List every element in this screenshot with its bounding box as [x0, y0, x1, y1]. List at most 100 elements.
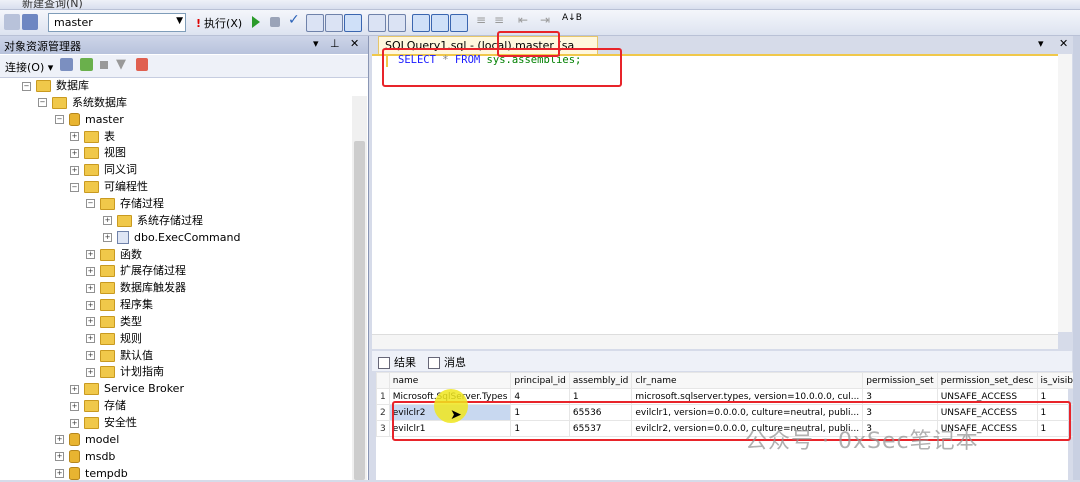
outdent-icon[interactable]: ⇤ — [518, 13, 534, 29]
new-query-button[interactable]: 新建查询(N) — [22, 0, 83, 10]
tab-results[interactable]: 结果 — [378, 354, 416, 370]
collapse-icon[interactable]: − — [86, 199, 95, 208]
tree-node[interactable]: +类型 — [86, 314, 142, 330]
column-header[interactable]: assembly_id — [569, 373, 631, 389]
comment-icon[interactable]: ≡ — [476, 13, 492, 29]
expand-icon[interactable]: + — [86, 368, 95, 377]
stop-icon[interactable] — [100, 61, 108, 69]
tree-node[interactable]: +同义词 — [70, 162, 137, 178]
watermark: 公众号 · 0xSec笔记本 — [745, 423, 979, 455]
tab-controls[interactable]: ▾ ✕ — [1038, 37, 1068, 50]
column-header[interactable]: clr_name — [632, 373, 863, 389]
tree-node[interactable]: +model — [55, 432, 119, 448]
tree-node[interactable]: + 计划指南 — [86, 364, 164, 380]
debug-icon[interactable] — [252, 16, 260, 28]
column-header[interactable]: principal_id — [511, 373, 570, 389]
panel-menu-icon[interactable]: ▾ — [313, 37, 319, 50]
column-header[interactable] — [377, 373, 390, 389]
expand-icon[interactable]: + — [55, 469, 64, 478]
expand-icon[interactable]: + — [103, 216, 112, 225]
filter-icon[interactable]: ▼ — [116, 57, 126, 72]
database-select[interactable]: master ▼ — [48, 13, 186, 32]
tab-messages[interactable]: 消息 — [428, 354, 466, 370]
close-icon[interactable]: ✕ — [1059, 37, 1068, 50]
tree-node[interactable]: +函数 — [86, 247, 142, 263]
tree-node[interactable]: +默认值 — [86, 348, 153, 364]
results-to-text-icon[interactable] — [412, 14, 430, 32]
collapse-icon[interactable]: − — [55, 115, 64, 124]
expand-icon[interactable]: + — [55, 452, 64, 461]
expand-icon[interactable]: + — [70, 402, 79, 411]
editor-horizontal-scrollbar[interactable] — [372, 334, 1058, 349]
tree-node-label: 计划指南 — [120, 365, 164, 378]
query-designer-icon[interactable] — [325, 14, 343, 32]
tree-node[interactable]: +Service Broker — [70, 381, 184, 397]
editor-vertical-scrollbar[interactable] — [1058, 54, 1072, 332]
tree-node-label: msdb — [85, 450, 115, 463]
tree-node[interactable]: +系统存储过程 — [103, 213, 203, 229]
tree-node[interactable]: −存储过程 — [86, 196, 164, 212]
tree-node[interactable]: +dbo.ExecCommand — [103, 230, 240, 246]
tree-node[interactable]: +安全性 — [70, 415, 137, 431]
expand-icon[interactable]: + — [55, 435, 64, 444]
refresh-icon[interactable] — [136, 58, 148, 71]
indent-icon[interactable]: ⇥ — [540, 13, 556, 29]
column-header[interactable]: permission_set — [863, 373, 937, 389]
standard-toolbar: 新建查询(N) — [0, 0, 1080, 10]
column-header[interactable]: permission_set_desc — [937, 373, 1037, 389]
row-number[interactable]: 2 — [377, 405, 390, 421]
collapse-icon[interactable]: − — [70, 183, 79, 192]
tree-node[interactable]: +扩展存储过程 — [86, 263, 186, 279]
expand-icon[interactable]: + — [86, 284, 95, 293]
client-stats-icon[interactable] — [388, 14, 406, 32]
specify-values-icon[interactable]: A↓B — [562, 13, 578, 29]
column-header[interactable]: name — [389, 373, 511, 389]
tree-node[interactable]: +存储 — [70, 398, 126, 414]
tree-node[interactable]: + msdb — [55, 449, 115, 465]
tree-node[interactable]: −可编程性 — [70, 179, 148, 195]
collapse-icon[interactable]: − — [38, 98, 47, 107]
connect-server-icon[interactable] — [60, 58, 73, 71]
tree-node[interactable]: +数据库触发器 — [86, 280, 186, 296]
expand-icon[interactable]: + — [86, 334, 95, 343]
tree-node[interactable]: +视图 — [70, 145, 126, 161]
query-editor[interactable] — [372, 54, 1058, 340]
expand-icon[interactable]: + — [86, 351, 95, 360]
expand-icon[interactable]: + — [70, 385, 79, 394]
expand-icon[interactable]: + — [86, 317, 95, 326]
results-pane-icon[interactable] — [450, 14, 468, 32]
collapse-icon[interactable]: − — [22, 82, 31, 91]
connect-icon[interactable] — [22, 14, 38, 30]
stop-icon[interactable] — [270, 17, 280, 27]
execute-button[interactable]: !执行(X) — [196, 15, 242, 31]
row-number[interactable]: 3 — [377, 421, 390, 437]
pin-icon[interactable]: ⊥ — [330, 37, 340, 50]
expand-icon[interactable]: + — [103, 233, 112, 242]
expand-icon[interactable]: + — [86, 250, 95, 259]
row-number[interactable]: 1 — [377, 389, 390, 405]
tree-node[interactable]: −master — [55, 112, 124, 128]
expand-icon[interactable]: + — [86, 301, 95, 310]
chevron-down-icon[interactable]: ▾ — [1038, 37, 1044, 50]
tree-node[interactable]: +tempdb — [55, 466, 128, 482]
expand-icon[interactable]: + — [86, 267, 95, 276]
connect-dropdown[interactable]: 连接(O) ▾ — [5, 59, 53, 75]
tree-node[interactable]: +程序集 — [86, 297, 153, 313]
tree-node[interactable]: −数据库 — [22, 78, 89, 94]
tree-node[interactable]: +表 — [70, 129, 115, 145]
expand-icon[interactable]: + — [70, 149, 79, 158]
uncomment-icon[interactable]: ≡ — [494, 13, 510, 29]
tree-node[interactable]: −系统数据库 — [38, 95, 127, 111]
disconnect-icon[interactable] — [80, 58, 93, 71]
expand-icon[interactable]: + — [70, 166, 79, 175]
parse-check-icon[interactable]: ✓ — [288, 12, 304, 28]
results-to-file-icon[interactable] — [431, 14, 449, 32]
close-icon[interactable]: ✕ — [350, 37, 359, 50]
include-plan-icon[interactable] — [368, 14, 386, 32]
expand-icon[interactable]: + — [70, 419, 79, 428]
tree-node[interactable]: +规则 — [86, 331, 142, 347]
results-to-grid-icon[interactable] — [344, 14, 362, 32]
scrollbar-thumb[interactable] — [354, 141, 365, 480]
expand-icon[interactable]: + — [70, 132, 79, 141]
display-plan-icon[interactable] — [306, 14, 324, 32]
